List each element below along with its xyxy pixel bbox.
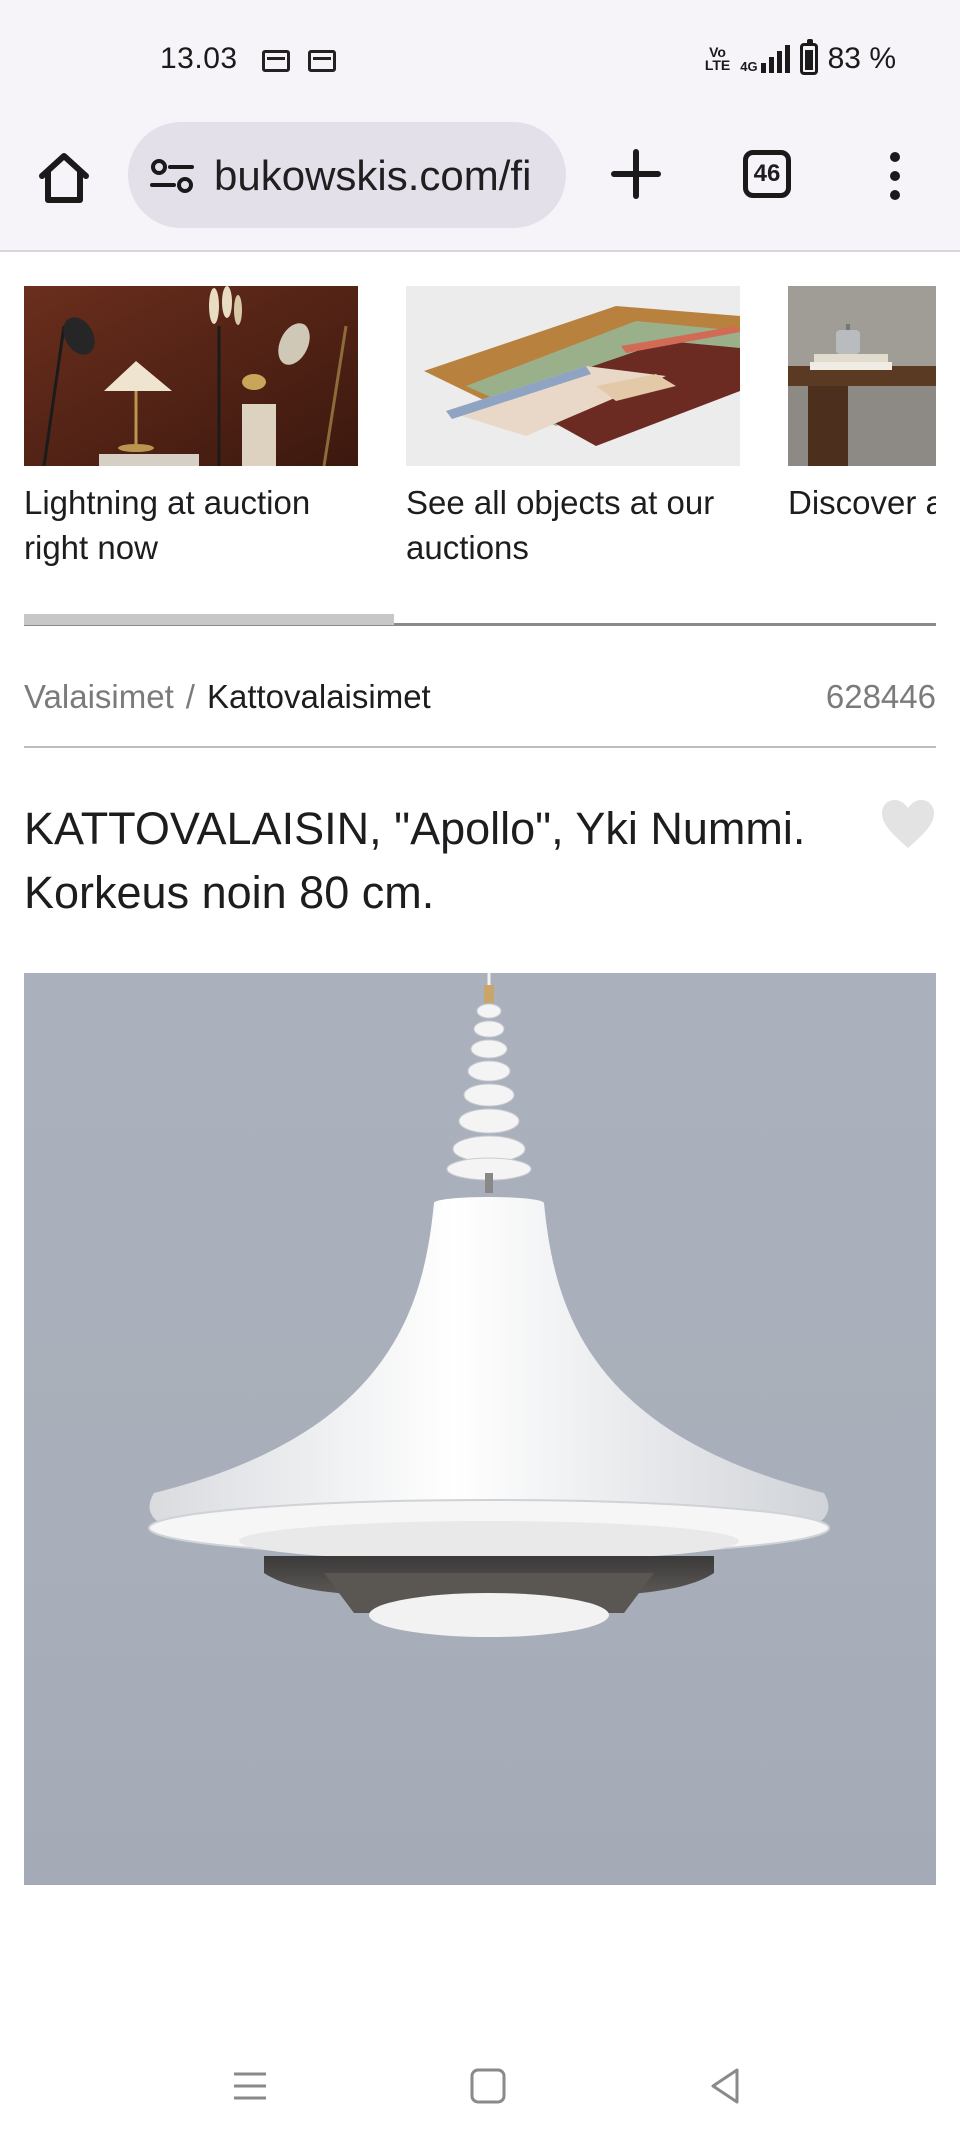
lot-title: KATTOVALAISIN, "Apollo", Yki Nummi. Kork… xyxy=(24,803,806,918)
system-navigation-bar xyxy=(0,2040,960,2133)
site-info-icon[interactable] xyxy=(150,158,194,194)
promo-card-auctions[interactable]: Discover auctions xyxy=(788,286,936,525)
back-icon[interactable] xyxy=(695,2056,755,2116)
heart-icon[interactable] xyxy=(880,798,936,850)
pendant-lamp-photo[interactable] xyxy=(24,973,936,1885)
status-time: 13.03 xyxy=(160,42,238,75)
table-photo xyxy=(788,286,936,466)
divider xyxy=(24,746,936,748)
breadcrumb-parent[interactable]: Valaisimet xyxy=(24,678,174,715)
breadcrumb-separator: / xyxy=(185,678,195,715)
more-vert-icon[interactable] xyxy=(880,152,910,202)
promo-card-label[interactable]: See all objects at our auctions xyxy=(406,480,740,570)
promo-card-objects[interactable]: See all objects at our auctions xyxy=(406,286,740,570)
status-indicators: Vo LTE 4G 83 % xyxy=(704,39,896,76)
battery-icon xyxy=(799,39,818,75)
new-tab-icon[interactable] xyxy=(610,148,662,200)
tab-count: 46 xyxy=(753,160,781,187)
rugs-photo xyxy=(406,286,740,466)
calendar-notification-icon xyxy=(262,50,290,72)
home-icon[interactable] xyxy=(34,148,94,208)
carousel-scrollbar[interactable] xyxy=(24,614,394,625)
lot-number: 628446 xyxy=(825,678,936,715)
calendar-notification-icon xyxy=(308,50,336,72)
promo-card-label[interactable]: Discover auctions xyxy=(788,480,936,525)
address-bar[interactable]: bukowskis.com/fi xyxy=(128,122,566,228)
battery-percent: 83 % xyxy=(827,42,896,75)
status-bar: 13.03 Vo LTE 4G 83 % xyxy=(0,0,960,118)
promo-card-lighting[interactable]: Lightning at auction right now xyxy=(24,286,358,570)
promo-carousel[interactable]: Lightning at auction right now See all o… xyxy=(24,286,936,626)
url-text[interactable]: bukowskis.com/fi xyxy=(214,152,550,200)
breadcrumb-current[interactable]: Kattovalaisimet xyxy=(207,678,431,715)
volte-icon: Vo LTE xyxy=(704,44,731,73)
browser-toolbar: bukowskis.com/fi 46 xyxy=(0,118,960,252)
lamps-photo xyxy=(24,286,358,466)
signal-icon: 4G xyxy=(740,45,790,73)
promo-card-label[interactable]: Lightning at auction right now xyxy=(24,480,358,570)
breadcrumb: Valaisimet / Kattovalaisimet xyxy=(24,672,431,722)
tabs-icon[interactable]: 46 xyxy=(743,150,791,198)
home-nav-icon[interactable] xyxy=(458,2056,518,2116)
recent-apps-icon[interactable] xyxy=(220,2056,280,2116)
